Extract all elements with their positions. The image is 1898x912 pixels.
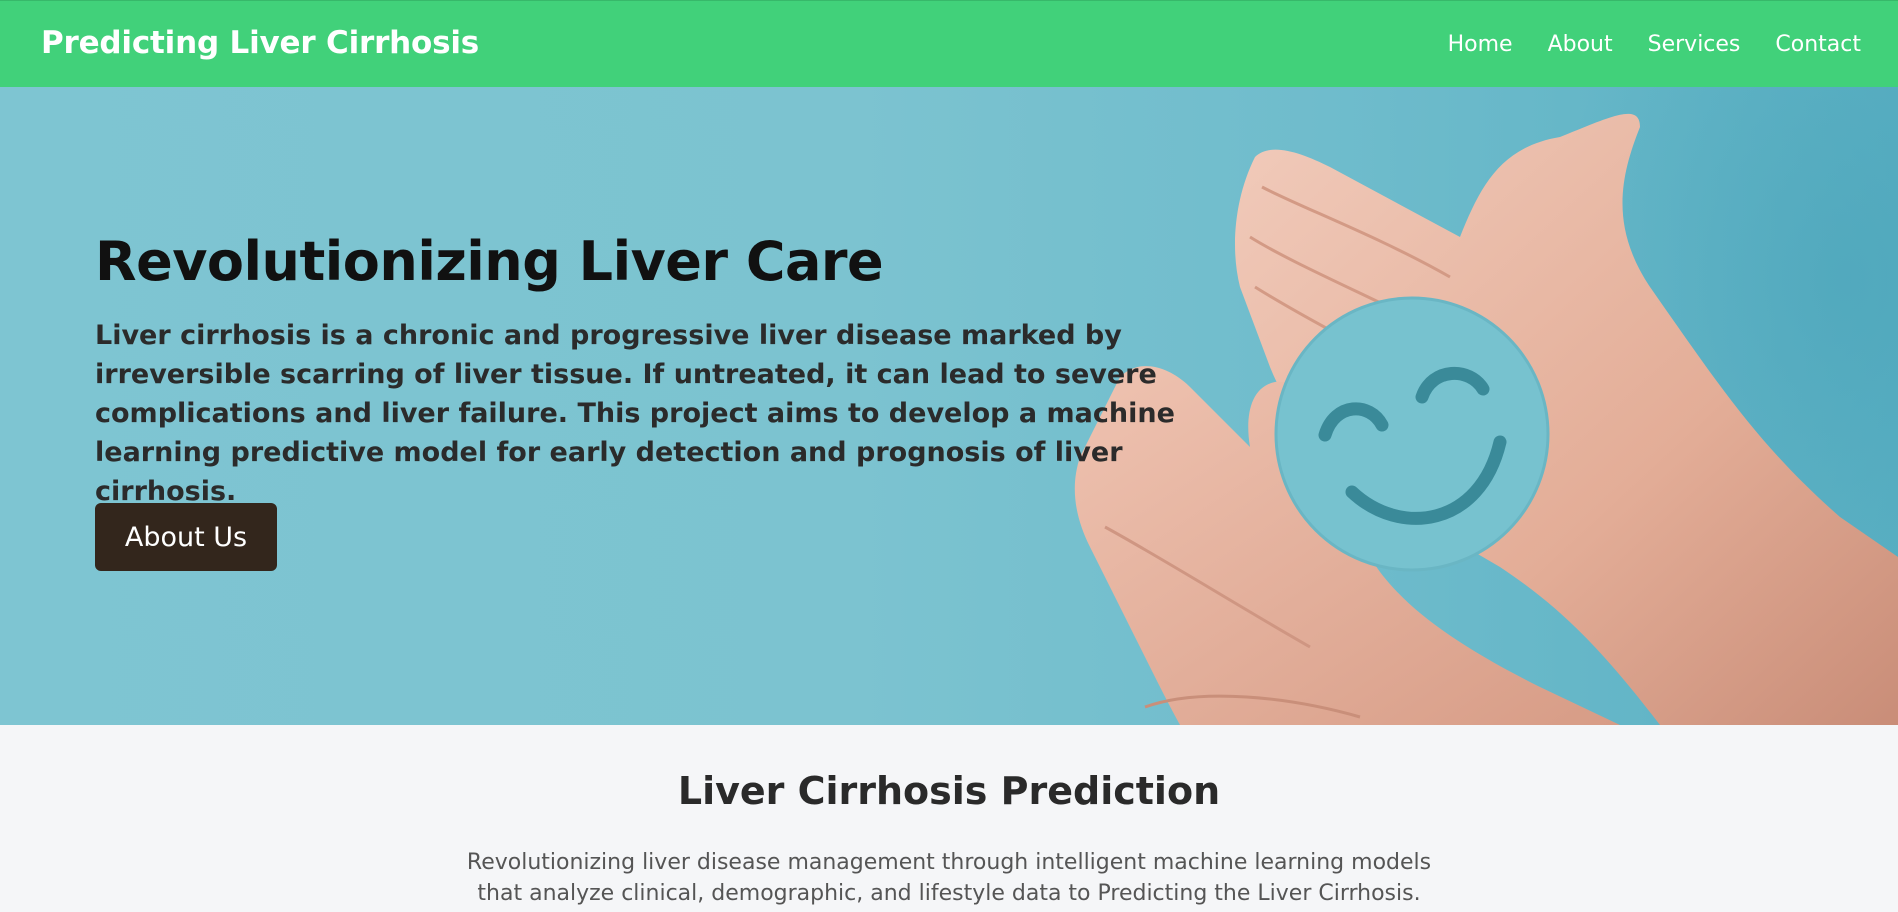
prediction-section: Liver Cirrhosis Prediction Revolutionizi…	[0, 725, 1898, 912]
section-description: Revolutionizing liver disease management…	[466, 850, 1432, 906]
nav-link-services[interactable]: Services	[1648, 32, 1741, 57]
nav-link-contact[interactable]: Contact	[1775, 32, 1861, 57]
nav-link-about[interactable]: About	[1548, 32, 1613, 57]
hero-title: Revolutionizing Liver Care	[95, 230, 884, 293]
section-title: Liver Cirrhosis Prediction	[677, 769, 1221, 813]
nav-link-home[interactable]: Home	[1448, 32, 1513, 57]
about-us-button[interactable]: About Us	[95, 503, 277, 571]
hero-description: Liver cirrhosis is a chronic and progres…	[95, 320, 1175, 507]
hero-section: Revolutionizing Liver Care Liver cirrhos…	[0, 87, 1898, 725]
brand-logo[interactable]: Predicting Liver Cirrhosis	[41, 25, 479, 61]
navbar: Predicting Liver Cirrhosis Home About Se…	[0, 0, 1898, 87]
nav-links: Home About Services Contact	[1448, 32, 1861, 57]
